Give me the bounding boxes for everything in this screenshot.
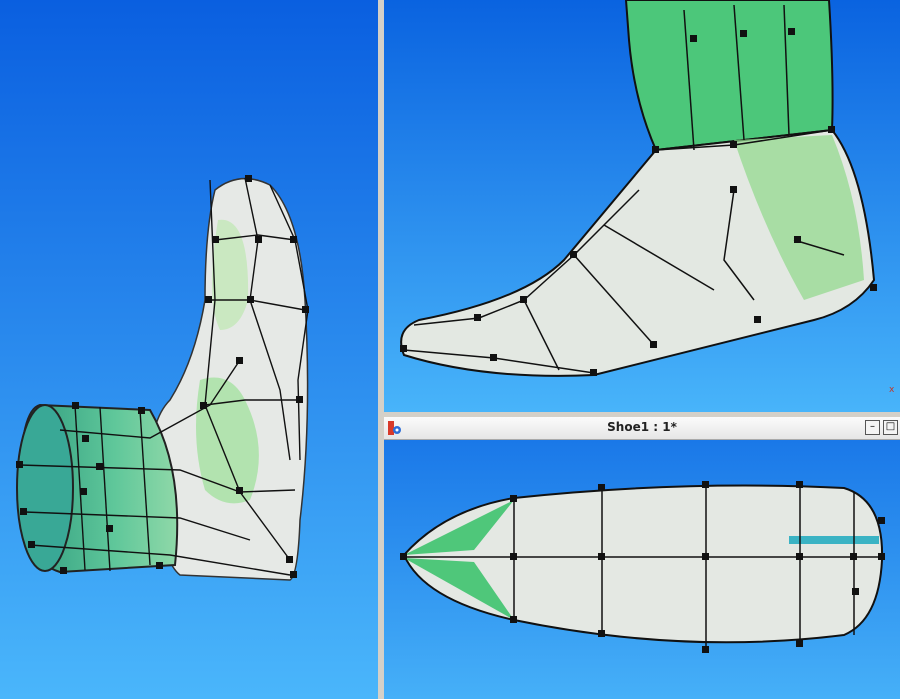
- left-3d-viewport[interactable]: [0, 0, 378, 699]
- subwindow-title: Shoe1 : 1*: [607, 420, 677, 434]
- minimize-button[interactable]: –: [865, 420, 880, 435]
- shoe-subwindow[interactable]: Shoe1 : 1* – □: [384, 417, 900, 699]
- side-view-canvas[interactable]: x: [384, 0, 900, 412]
- subwindow-titlebar[interactable]: Shoe1 : 1* – □: [384, 417, 900, 440]
- left-view-canvas[interactable]: [0, 0, 378, 699]
- side-3d-viewport[interactable]: x: [384, 0, 900, 412]
- heel-accent: [789, 536, 879, 544]
- top-view-canvas[interactable]: [384, 440, 900, 699]
- leg-shaft: [624, 0, 834, 152]
- maximize-button[interactable]: □: [883, 420, 898, 435]
- axis-marker: x: [889, 385, 895, 395]
- top-3d-viewport[interactable]: [384, 440, 900, 699]
- viewport-background: [0, 0, 378, 699]
